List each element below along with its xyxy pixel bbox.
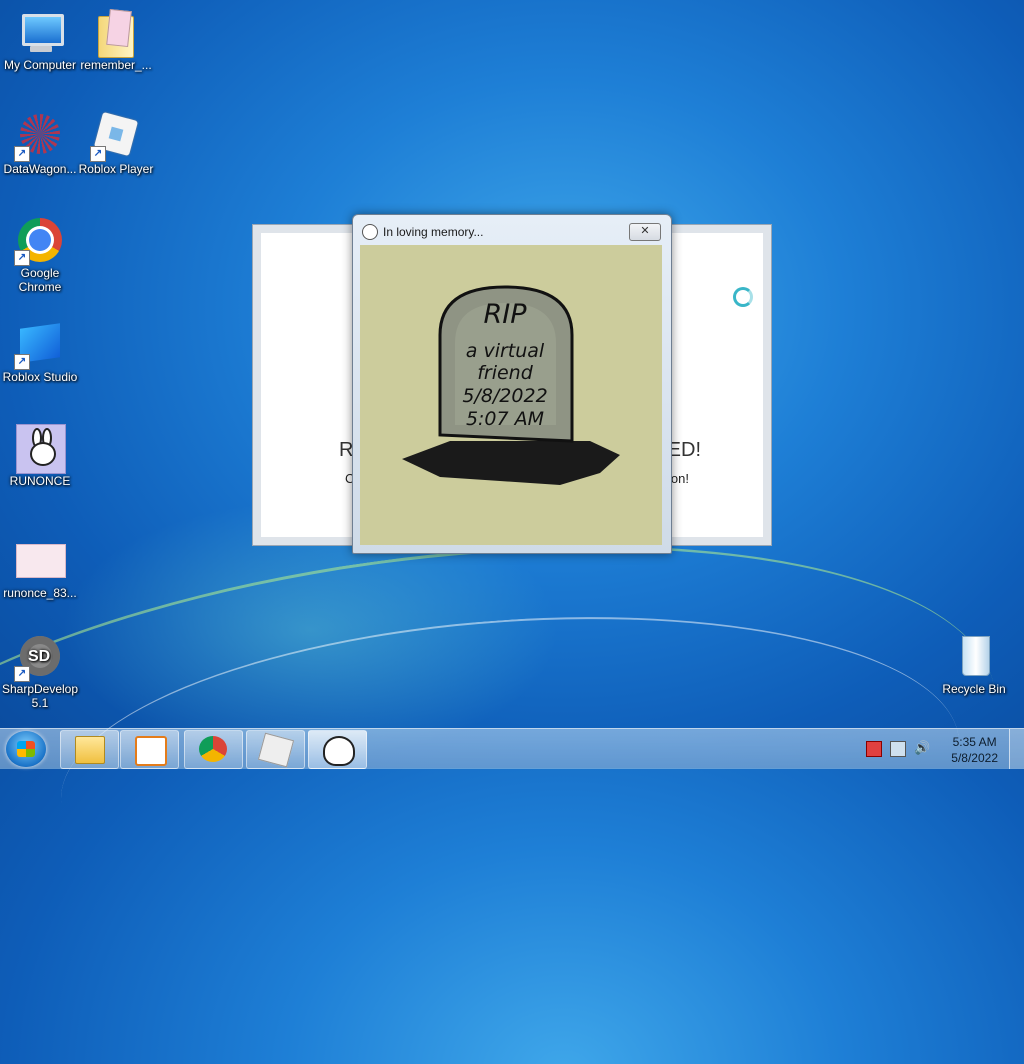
desktop-icon-sharpdevelop[interactable]: SD ↗ SharpDevelop 5.1	[0, 632, 80, 710]
tombstone-line-1: a virtual	[466, 340, 545, 362]
folder-icon	[75, 736, 105, 764]
start-button[interactable]	[6, 731, 46, 767]
tombstone-date: 5/8/2022	[462, 385, 547, 407]
memorial-dialog[interactable]: In loving memory... ✕ RIP a virtual frie…	[352, 214, 672, 554]
taskbar-button-runonce[interactable]	[308, 730, 367, 769]
desktop-icon-label: remember_...	[80, 58, 152, 72]
dialog-body: RIP a virtual friend 5/8/2022 5:07 AM	[360, 245, 662, 545]
roblox-icon: ↗	[90, 111, 140, 162]
desktop-icon-label: Recycle Bin	[942, 682, 1006, 696]
desktop-icon-label: Roblox Player	[78, 162, 154, 176]
taskbar-button-explorer[interactable]	[60, 730, 119, 769]
grave-dirt	[402, 441, 620, 485]
taskbar: 🔊 5:35 AM 5/8/2022	[0, 728, 1024, 769]
desktop-icon-label: RUNONCE	[9, 474, 71, 488]
desktop-icon-label: Google Chrome	[18, 266, 62, 294]
shortcut-arrow-icon: ↗	[14, 666, 30, 682]
windows-logo-icon	[17, 741, 35, 757]
system-clock[interactable]: 5:35 AM 5/8/2022	[951, 734, 998, 766]
close-button[interactable]: ✕	[629, 223, 661, 241]
background-subtext-right: on!	[670, 471, 689, 486]
desktop-icon-my-computer[interactable]: My Computer	[0, 8, 80, 72]
dialog-title: In loving memory...	[383, 225, 484, 239]
network-icon[interactable]	[890, 741, 906, 757]
sharpdevelop-icon: SD ↗	[14, 632, 64, 682]
chrome-icon	[199, 736, 227, 762]
desktop-icon-label: DataWagon...	[3, 162, 77, 176]
taskbar-button-media-player[interactable]	[120, 730, 179, 769]
show-desktop-button[interactable]	[1009, 729, 1024, 769]
tombstone-line-2: friend	[477, 362, 534, 384]
desktop-icon-label: Roblox Studio	[2, 370, 78, 384]
loading-spinner-icon	[733, 287, 753, 307]
desktop-icon-runonce[interactable]: RUNONCE	[0, 424, 80, 488]
bunny-icon	[16, 424, 66, 474]
desktop-icon-remember-folder[interactable]: remember_...	[76, 8, 156, 72]
shortcut-arrow-icon: ↗	[14, 354, 30, 370]
chrome-icon: ↗	[14, 216, 64, 266]
desktop-icon-datawagon[interactable]: ↗ DataWagon...	[0, 112, 80, 176]
desktop-icon-label: My Computer	[3, 58, 77, 72]
desktop-icon-runonce-image[interactable]: runonce_83...	[0, 536, 80, 600]
clock-date: 5/8/2022	[951, 751, 998, 765]
roblox-studio-icon: ↗	[14, 320, 64, 370]
media-player-icon	[135, 736, 167, 766]
folder-icon	[92, 8, 140, 58]
desktop-icon-google-chrome[interactable]: ↗ Google Chrome	[0, 216, 80, 294]
bunny-icon	[323, 736, 355, 766]
desktop-icon-label: runonce_83...	[3, 586, 77, 600]
roblox-icon	[257, 732, 295, 768]
tombstone-time: 5:07 AM	[466, 408, 544, 430]
datawagon-icon: ↗	[14, 112, 64, 162]
computer-icon	[16, 8, 64, 56]
tombstone-heading: RIP	[483, 299, 527, 330]
shortcut-arrow-icon: ↗	[14, 250, 30, 266]
desktop-icon-roblox-player[interactable]: ↗ Roblox Player	[76, 111, 156, 176]
desktop-icon-roblox-studio[interactable]: ↗ Roblox Studio	[0, 320, 80, 384]
desktop-icon-label: SharpDevelop 5.1	[1, 682, 79, 710]
taskbar-button-chrome[interactable]	[184, 730, 243, 769]
action-center-flag-icon[interactable]	[866, 741, 882, 757]
bunny-app-icon	[362, 224, 378, 240]
tombstone-image: RIP a virtual friend 5/8/2022 5:07 AM	[402, 285, 620, 485]
recycle-bin-icon	[950, 632, 998, 680]
shortcut-arrow-icon: ↗	[14, 146, 30, 162]
image-file-icon	[16, 536, 66, 584]
shortcut-arrow-icon: ↗	[90, 146, 106, 162]
clock-time: 5:35 AM	[952, 735, 997, 749]
desktop-icon-recycle-bin[interactable]: Recycle Bin	[934, 632, 1014, 696]
taskbar-button-roblox[interactable]	[246, 730, 305, 769]
volume-icon[interactable]: 🔊	[914, 741, 930, 755]
